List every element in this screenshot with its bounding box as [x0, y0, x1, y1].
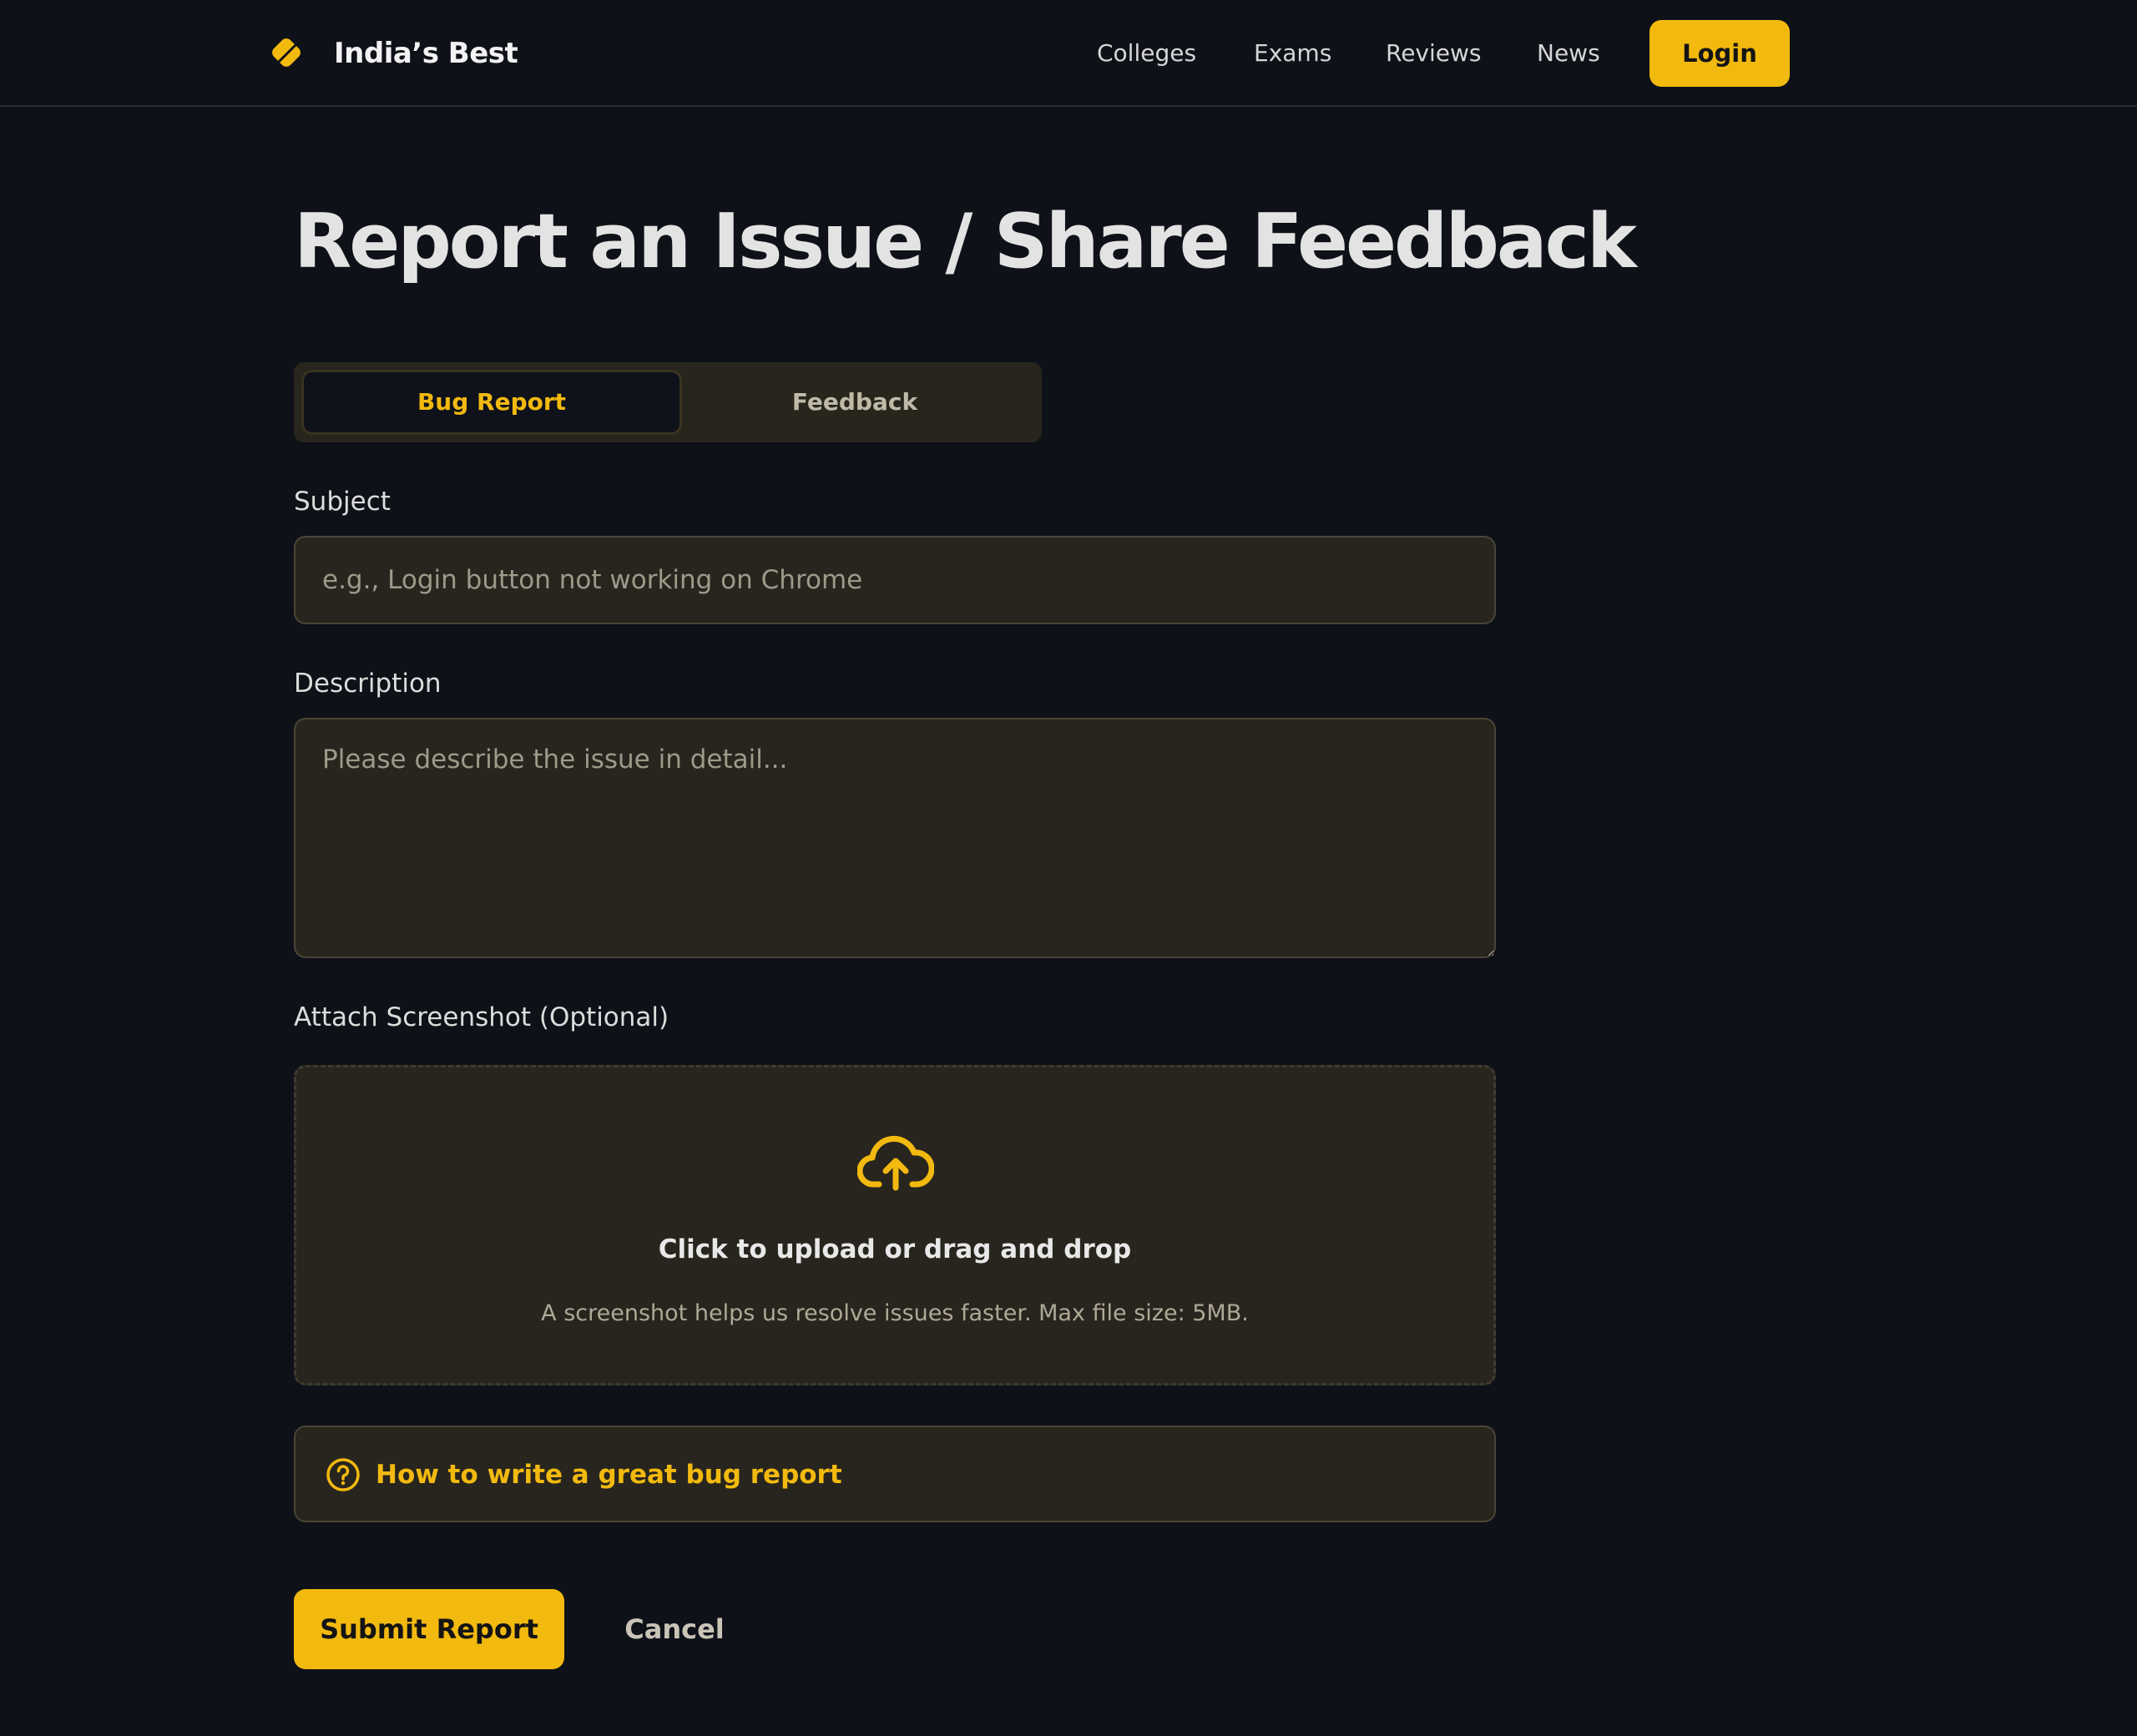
- login-button[interactable]: Login: [1649, 20, 1790, 87]
- bug-report-guide-link[interactable]: How to write a great bug report: [376, 1457, 842, 1492]
- upload-title: Click to upload or drag and drop: [658, 1234, 1132, 1264]
- brand-name[interactable]: India’s Best: [334, 33, 518, 73]
- report-type-tabs: Bug Report Feedback: [294, 362, 1042, 442]
- subject-input[interactable]: [294, 536, 1496, 624]
- nav-exams[interactable]: Exams: [1254, 37, 1331, 70]
- cloud-upload-icon: [857, 1135, 934, 1191]
- upload-hint: A screenshot helps us resolve issues fas…: [541, 1300, 1249, 1326]
- page-title: Report an Issue / Share Feedback: [294, 198, 1637, 285]
- question-circle-icon: [326, 1458, 360, 1491]
- attach-screenshot-label: Attach Screenshot (Optional): [294, 1002, 669, 1032]
- screenshot-dropzone[interactable]: Click to upload or drag and drop A scree…: [294, 1065, 1496, 1385]
- nav-news[interactable]: News: [1537, 37, 1600, 70]
- subject-label: Subject: [294, 487, 391, 517]
- description-textarea[interactable]: [294, 718, 1496, 958]
- top-navbar: India’s Best Colleges Exams Reviews News…: [0, 0, 2137, 107]
- description-label: Description: [294, 669, 442, 699]
- tab-feedback[interactable]: Feedback: [667, 372, 1043, 432]
- submit-report-button[interactable]: Submit Report: [294, 1589, 564, 1669]
- cancel-button[interactable]: Cancel: [608, 1589, 741, 1669]
- nav-colleges[interactable]: Colleges: [1097, 37, 1196, 70]
- diamond-logo-icon[interactable]: [267, 33, 306, 72]
- bug-report-guide[interactable]: How to write a great bug report: [294, 1426, 1496, 1522]
- tab-bug-report[interactable]: Bug Report: [304, 372, 679, 432]
- nav-reviews[interactable]: Reviews: [1386, 37, 1482, 70]
